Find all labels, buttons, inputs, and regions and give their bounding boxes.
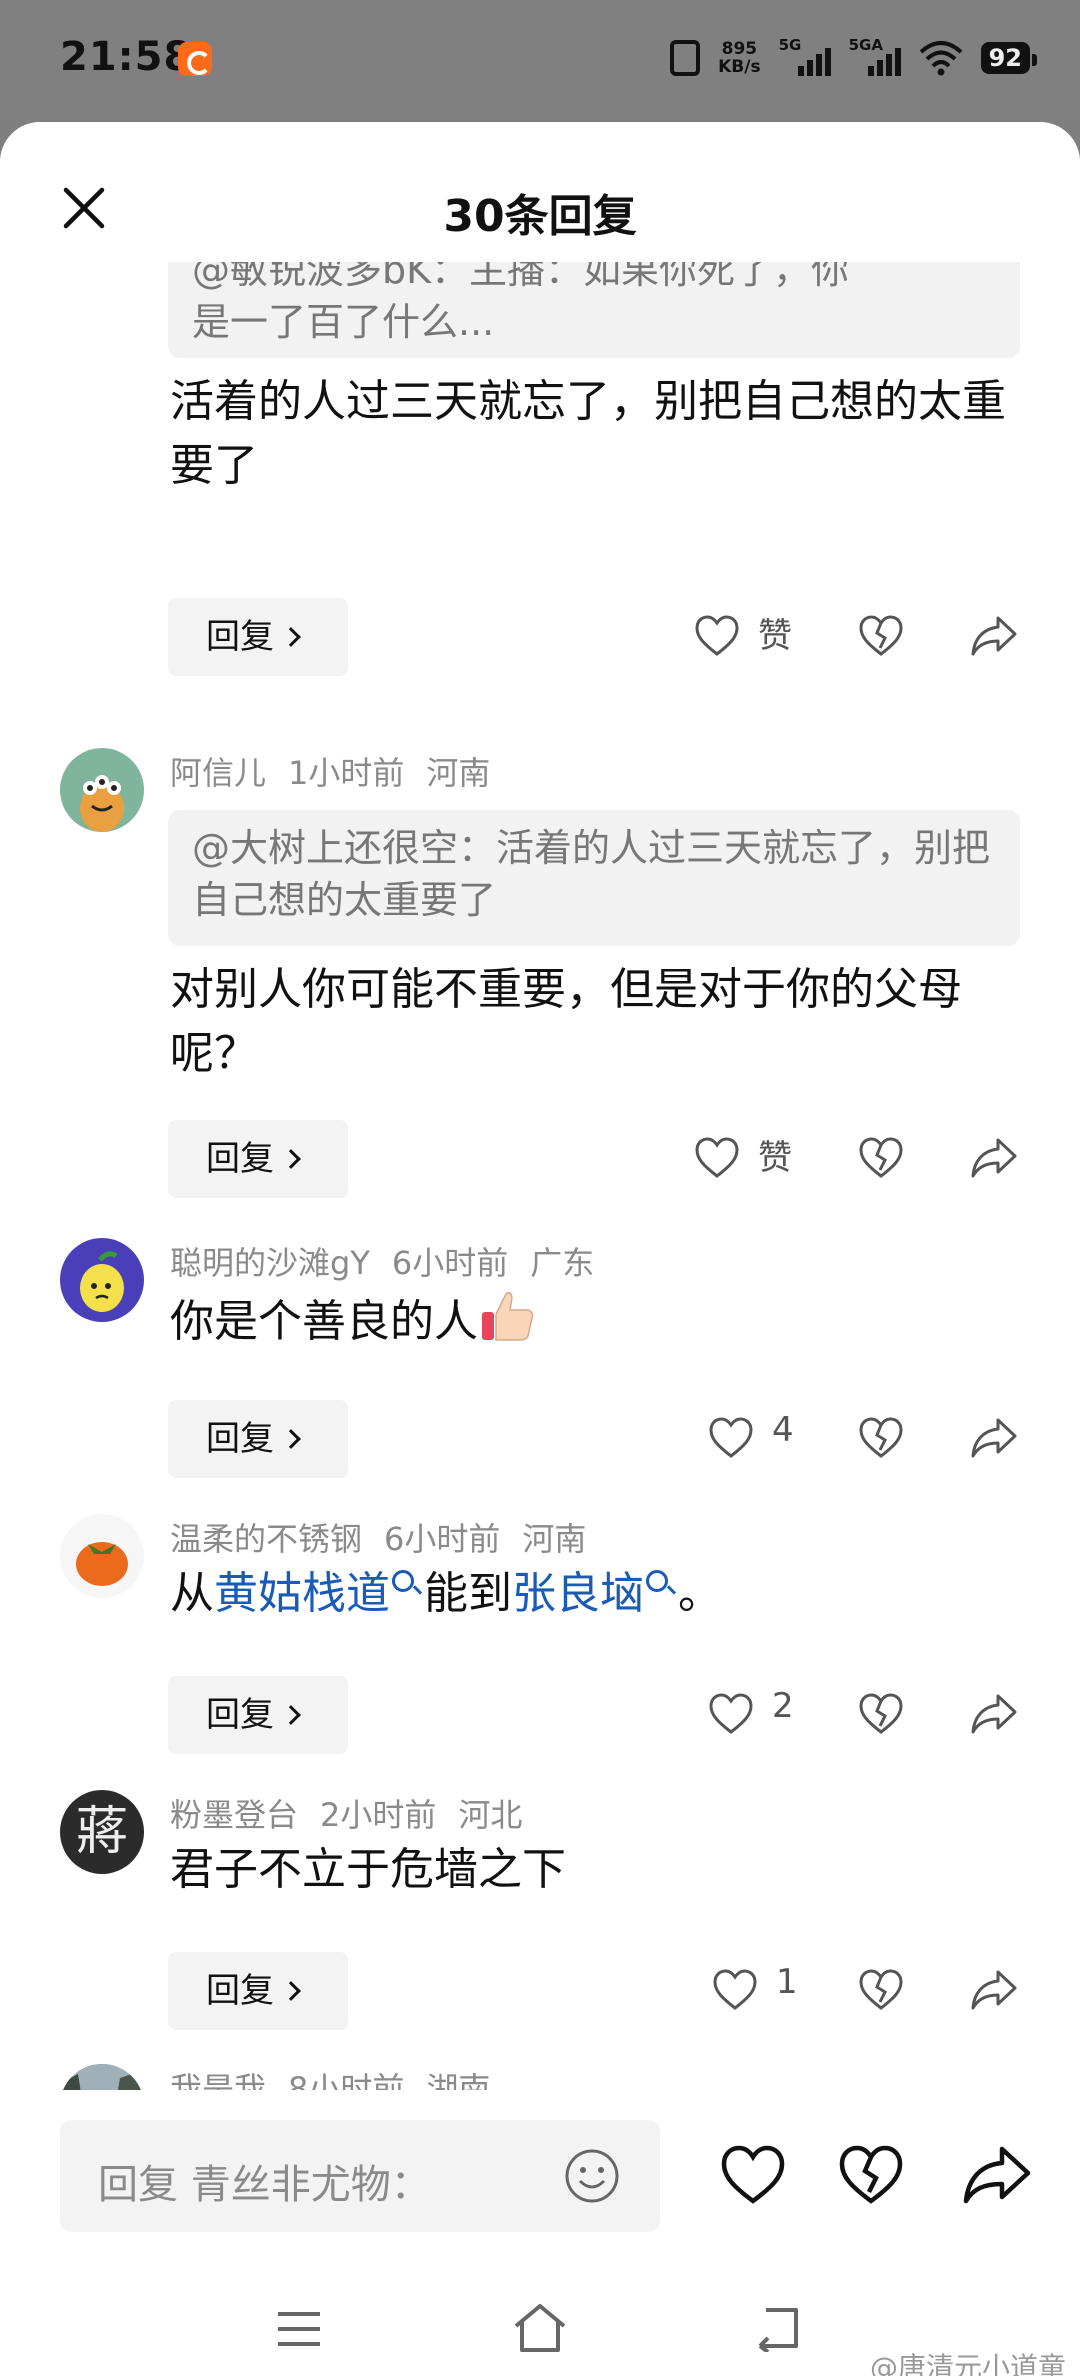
- comment-meta: 阿信儿 1小时前 河南: [170, 748, 512, 794]
- net-speed-value: 895: [721, 39, 758, 59]
- comment-actions: 赞: [0, 598, 1080, 676]
- avatar[interactable]: [60, 748, 144, 832]
- comment-meta: 温柔的不锈钢 6小时前 河南: [170, 1514, 608, 1560]
- comment-actions: 2: [0, 1676, 1080, 1754]
- sheet-title: 30条回复: [443, 191, 637, 242]
- signal-5ga-icon: 5GA: [849, 36, 901, 78]
- status-bar: 21:58 895 KB/s 5G 5GA 92: [0, 0, 1080, 120]
- username[interactable]: 阿信儿: [170, 754, 266, 792]
- watermark: @唐清元小道童: [869, 2351, 1066, 2376]
- comment-region: 河南: [522, 1520, 587, 1558]
- comment-region: 广东: [530, 1244, 595, 1282]
- search-link[interactable]: 黄姑栈道: [214, 1568, 390, 1619]
- like-count: 1: [776, 1962, 798, 2002]
- comment-time: 1小时前: [288, 754, 405, 792]
- share-icon[interactable]: [970, 1968, 1018, 2012]
- reply-input-placeholder: 回复 青丝非尤物：: [98, 2162, 431, 2208]
- like-count: 2: [772, 1686, 794, 1726]
- reply-input-bar: 回复 青丝非尤物：: [0, 2090, 1080, 2250]
- battery-icon: 92: [980, 42, 1038, 74]
- like-count: 赞: [758, 616, 792, 656]
- avatar[interactable]: [60, 1238, 144, 1322]
- comment-text: 你是个善良的人: [170, 1286, 1020, 1354]
- like-icon[interactable]: [712, 1968, 758, 2012]
- persimmon-avatar-icon: [76, 1542, 128, 1586]
- comment-actions: 4: [0, 1400, 1080, 1478]
- comment-time: 6小时前: [384, 1520, 501, 1558]
- dislike-icon[interactable]: [838, 2144, 904, 2206]
- avatar[interactable]: [60, 1514, 144, 1598]
- username[interactable]: 聪明的沙滩gY: [170, 1244, 370, 1282]
- monster-avatar-icon: [80, 775, 124, 832]
- comment-region: 河北: [458, 1796, 523, 1834]
- comment-actions: 赞: [0, 1120, 1080, 1198]
- dislike-icon[interactable]: [858, 614, 904, 658]
- dislike-icon[interactable]: [858, 1136, 904, 1180]
- share-icon[interactable]: [970, 1692, 1018, 1736]
- search-link-icon: [646, 1570, 668, 1592]
- dislike-icon[interactable]: [858, 1416, 904, 1460]
- vibrate-icon: [670, 40, 701, 76]
- comment-meta: 粉墨登台 2小时前 河北: [170, 1790, 544, 1836]
- sheet-header: 30条回复: [0, 122, 1080, 262]
- username[interactable]: 温柔的不锈钢: [170, 1520, 362, 1558]
- wifi-icon: [919, 41, 962, 76]
- quote-line-1: @敏锐波多bK：主播：如果你死了，你: [192, 262, 850, 292]
- like-icon[interactable]: [708, 1692, 754, 1736]
- like-icon[interactable]: [708, 1416, 754, 1460]
- dislike-icon[interactable]: [858, 1692, 904, 1736]
- comment-text-mid: 能到: [424, 1568, 512, 1619]
- comment-meta: 聪明的沙滩gY 6小时前 广东: [170, 1238, 616, 1284]
- quote-line-2: 是一了百了什么...: [192, 300, 495, 344]
- menu-icon[interactable]: [276, 2310, 322, 2348]
- share-icon[interactable]: [970, 614, 1018, 658]
- comment-text-body: 你是个善良的人: [170, 1296, 478, 1347]
- avatar-text: 蔣: [75, 1802, 128, 1862]
- like-icon[interactable]: [694, 614, 740, 658]
- comment-actions: 1: [0, 1952, 1080, 2030]
- like-icon[interactable]: [720, 2144, 786, 2206]
- like-count: 赞: [758, 1138, 792, 1178]
- share-icon[interactable]: [962, 2144, 1032, 2206]
- share-icon[interactable]: [970, 1416, 1018, 1460]
- status-indicators: 895 KB/s 5G 5GA 92: [670, 36, 1038, 80]
- search-link[interactable]: 张良垴: [512, 1568, 644, 1619]
- search-link-icon: [392, 1570, 414, 1592]
- back-icon[interactable]: [752, 2304, 802, 2352]
- comment-text: 对别人你可能不重要，但是对于你的父母呢？: [170, 964, 962, 1079]
- app-notification-icon: [178, 42, 212, 76]
- comment-text: 从黄姑栈道 能到张良垴。: [170, 1562, 1020, 1626]
- net-speed: 895 KB/s: [718, 40, 760, 76]
- reply-list[interactable]: @敏锐波多bK：主播：如果你死了，你 是一了百了什么... 活着的人过三天就忘了…: [0, 262, 1080, 2212]
- system-nav-bar: @唐清元小道童: [0, 2250, 1080, 2376]
- reply-input[interactable]: 回复 青丝非尤物：: [60, 2120, 660, 2232]
- lemon-avatar-icon: [80, 1251, 124, 1312]
- username[interactable]: 粉墨登台: [170, 1796, 298, 1834]
- replies-sheet: 30条回复 @敏锐波多bK：主播：如果你死了，你 是一了百了什么... 活着的人…: [0, 122, 1080, 2376]
- comment-text: 君子不立于危墙之下: [170, 1844, 566, 1895]
- share-icon[interactable]: [970, 1136, 1018, 1180]
- smile-icon[interactable]: [564, 2148, 620, 2204]
- dislike-icon[interactable]: [858, 1968, 904, 2012]
- comment-text-suffix: 。: [678, 1568, 722, 1619]
- signal-5g-icon: 5G: [779, 36, 831, 78]
- quoted-comment: @敏锐波多bK：主播：如果你死了，你 是一了百了什么...: [168, 262, 1020, 358]
- comment-time: 2小时前: [320, 1796, 437, 1834]
- status-time: 21:58: [60, 34, 193, 80]
- comment-text: 活着的人过三天就忘了，别把自己想的太重要了: [170, 376, 1006, 491]
- like-icon[interactable]: [694, 1136, 740, 1180]
- thumbs-up-emoji-icon: [482, 1291, 534, 1341]
- quoted-comment: @大树上还很空：活着的人过三天就忘了，别把自己想的太重要了: [168, 810, 1020, 946]
- comment-region: 河南: [426, 754, 491, 792]
- comment-time: 6小时前: [391, 1244, 509, 1282]
- comment-text-prefix: 从: [170, 1568, 214, 1619]
- avatar[interactable]: 蔣: [60, 1790, 144, 1874]
- home-icon[interactable]: [512, 2302, 568, 2354]
- net-speed-unit: KB/s: [718, 57, 761, 77]
- like-count: 4: [772, 1410, 794, 1450]
